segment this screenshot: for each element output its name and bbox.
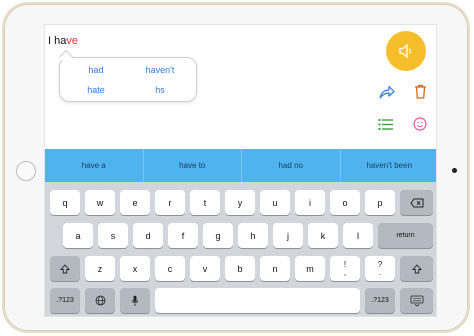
- shift-key-left[interactable]: [50, 256, 80, 281]
- keyboard: q w e r t y u i o p a s d f g h j k l re…: [45, 182, 436, 316]
- comma-key[interactable]: !,: [330, 256, 360, 281]
- suggestion-popup: had haven't hate hs: [59, 57, 197, 102]
- speak-button[interactable]: [386, 31, 426, 71]
- prediction-item[interactable]: have to: [144, 149, 242, 182]
- return-key[interactable]: return: [378, 223, 433, 248]
- key-d[interactable]: d: [133, 223, 163, 248]
- prediction-item[interactable]: had no: [242, 149, 341, 182]
- space-bar[interactable]: [155, 288, 360, 313]
- key-l[interactable]: l: [343, 223, 373, 248]
- key-c[interactable]: c: [155, 256, 185, 281]
- key-y[interactable]: y: [225, 190, 255, 215]
- comma-key-bottom: ,: [343, 267, 347, 277]
- numbers-key-right[interactable]: .?123: [365, 288, 395, 313]
- keyboard-dismiss-key[interactable]: [400, 288, 433, 313]
- period-key[interactable]: ?.: [365, 256, 395, 281]
- list-icon: [378, 118, 393, 130]
- keyboard-dismiss-icon: [410, 295, 423, 307]
- period-key-bottom: .: [378, 267, 382, 277]
- share-button[interactable]: [378, 83, 396, 101]
- prediction-item[interactable]: have a: [45, 149, 144, 182]
- microphone-key[interactable]: [120, 288, 150, 313]
- prediction-item[interactable]: haven't been: [341, 149, 437, 182]
- globe-key[interactable]: [85, 288, 115, 313]
- typed-text: I ha: [48, 35, 67, 47]
- key-x[interactable]: x: [120, 256, 150, 281]
- key-b[interactable]: b: [225, 256, 255, 281]
- key-m[interactable]: m: [295, 256, 325, 281]
- key-f[interactable]: f: [168, 223, 198, 248]
- key-g[interactable]: g: [203, 223, 233, 248]
- key-j[interactable]: j: [273, 223, 303, 248]
- key-s[interactable]: s: [98, 223, 128, 248]
- shift-key-right[interactable]: [400, 256, 433, 281]
- key-i[interactable]: i: [295, 190, 325, 215]
- shift-icon: [411, 263, 422, 273]
- key-k[interactable]: k: [308, 223, 338, 248]
- suggestion-word[interactable]: hate: [66, 85, 126, 95]
- shift-icon: [60, 263, 70, 273]
- emoji-icon: [413, 117, 427, 131]
- key-z[interactable]: z: [85, 256, 115, 281]
- key-n[interactable]: n: [260, 256, 290, 281]
- microphone-icon: [131, 295, 139, 306]
- key-r[interactable]: r: [155, 190, 185, 215]
- key-w[interactable]: w: [85, 190, 115, 215]
- delete-button[interactable]: [411, 82, 429, 100]
- phrase-list-button[interactable]: [377, 115, 395, 133]
- key-t[interactable]: t: [190, 190, 220, 215]
- home-button[interactable]: [16, 161, 36, 181]
- suggestion-word[interactable]: hs: [130, 85, 190, 95]
- key-p[interactable]: p: [365, 190, 395, 215]
- key-o[interactable]: o: [330, 190, 360, 215]
- key-v[interactable]: v: [190, 256, 220, 281]
- speaker-icon: [399, 43, 411, 59]
- numbers-key-left[interactable]: .?123: [50, 288, 80, 313]
- emoji-button[interactable]: [411, 115, 429, 133]
- key-q[interactable]: q: [50, 190, 80, 215]
- camera-dot: [452, 168, 457, 173]
- globe-icon: [95, 295, 105, 306]
- key-u[interactable]: u: [260, 190, 290, 215]
- key-a[interactable]: a: [63, 223, 93, 248]
- prediction-bar: have a have to had no haven't been: [45, 149, 437, 182]
- share-arrow-icon: [379, 85, 395, 99]
- app-screen: I have had haven't hate hs have a have t…: [44, 24, 437, 317]
- backspace-icon: [409, 198, 423, 207]
- typed-fragment: ve: [66, 35, 78, 47]
- key-e[interactable]: e: [120, 190, 150, 215]
- suggestion-word[interactable]: had: [66, 65, 126, 75]
- trash-icon: [414, 84, 426, 99]
- backspace-key[interactable]: [400, 190, 433, 215]
- key-h[interactable]: h: [238, 223, 268, 248]
- suggestion-word[interactable]: haven't: [130, 65, 190, 75]
- text-input-area[interactable]: I have: [48, 35, 78, 47]
